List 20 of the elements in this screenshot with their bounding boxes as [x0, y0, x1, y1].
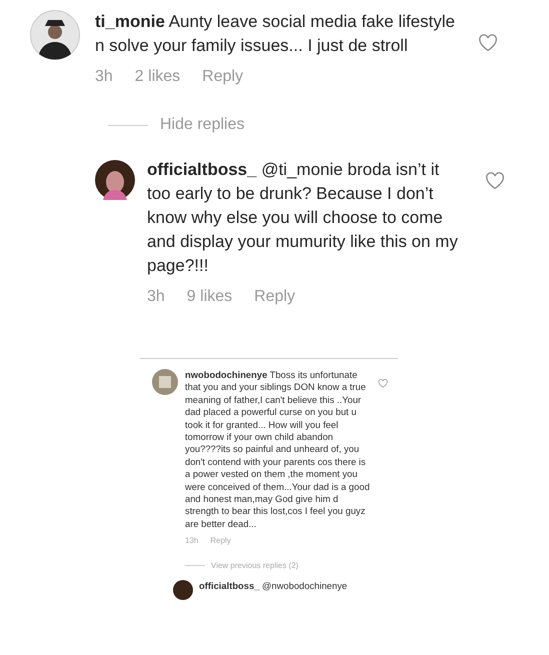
- heart-icon[interactable]: [378, 379, 388, 388]
- reply-link[interactable]: Reply: [202, 68, 244, 86]
- likes-count-link[interactable]: 9 likes: [186, 288, 232, 306]
- heart-icon[interactable]: [478, 34, 498, 52]
- avatar-icon[interactable]: [30, 10, 80, 60]
- comment-time: 3h: [95, 68, 113, 86]
- comment-time: 13h: [185, 536, 198, 546]
- comment-time: 3h: [147, 288, 165, 306]
- comment-text: nwobodochinenye Tboss its unfortunate that you and your siblings DON know a true meaning of father,I can't believe this ..Your dad placed a powerful curse on you but u took it for granted... How will you feel tomorrow if your own child abandon you????its so painful and unheard of, you don't contend with your parents cos there is a power vested on them ,the moment you were conceived of them...Your dad is a good and honest man,may God give him d strength to bear this lost,cos I feel you guyz are better dead...: [185, 369, 370, 530]
- likes-count-link[interactable]: 2 likes: [134, 68, 180, 86]
- reply-link[interactable]: Reply: [254, 288, 296, 306]
- avatar-icon[interactable]: [95, 160, 135, 200]
- comment-text: ti_monie Aunty leave social media fake lifestyle n solve your family issues... I just de stroll: [95, 11, 456, 57]
- view-replies-link[interactable]: View previous replies (2): [211, 561, 298, 570]
- heart-icon[interactable]: [485, 172, 505, 190]
- hide-replies-link[interactable]: Hide replies: [160, 116, 244, 134]
- comment-text: officialtboss_ @nwobodochinenye: [199, 580, 348, 593]
- reply-link[interactable]: Reply: [210, 536, 231, 546]
- reply-text: officialtboss_ @ti_monie broda isn’t it too early to be drunk? Because I don’t know why else you will choose to come and display your mumurity like this on my page?!!!: [147, 159, 459, 277]
- avatar-icon[interactable]: [173, 580, 193, 600]
